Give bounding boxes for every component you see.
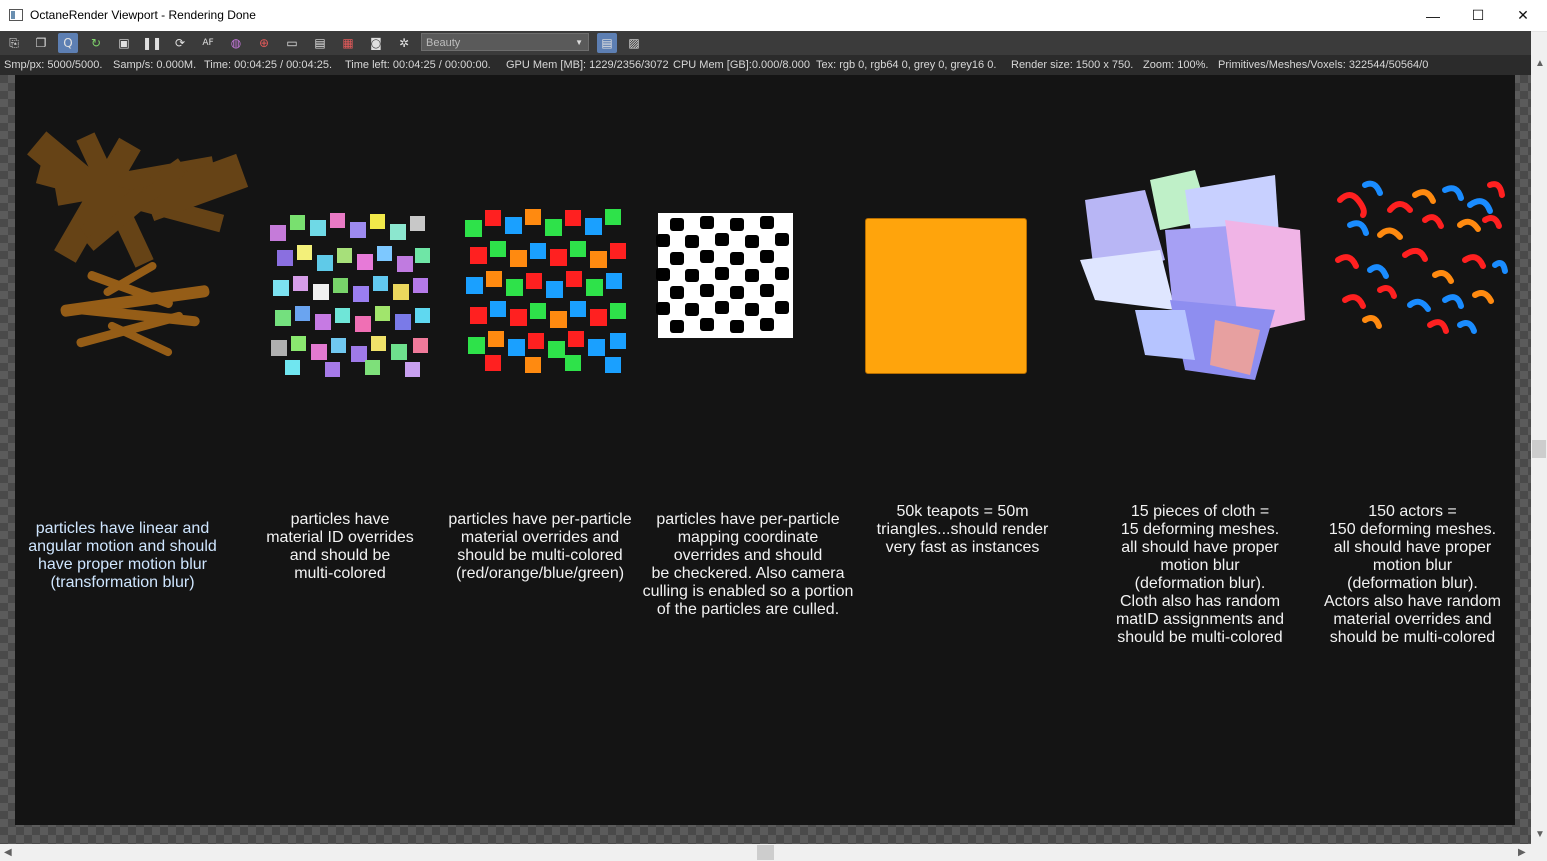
status-smp-px: Smp/px: 5000/5000. (4, 59, 103, 71)
restart-icon[interactable]: ⟳ (170, 33, 190, 53)
title-bar: OctaneRender Viewport - Rendering Done —… (0, 0, 1547, 32)
scroll-left-icon[interactable]: ◀ (4, 847, 12, 858)
export-icon[interactable]: ⎘ (4, 33, 24, 53)
maximize-button[interactable]: ☐ (1455, 0, 1501, 31)
status-gpu-mem: GPU Mem [MB]: 1229/2356/3072 (506, 59, 669, 71)
material-id-particles-object (270, 213, 430, 377)
render-pass-value: Beauty (426, 37, 461, 49)
caption-mapping-coordinates: particles have per-particle mapping coor… (642, 511, 854, 618)
material-override-particles-object (465, 209, 626, 373)
horizontal-scroll-thumb[interactable] (757, 845, 774, 860)
actors-object (1335, 180, 1508, 334)
caption-transformation-blur: particles have linear and angular motion… (28, 520, 217, 591)
table-view-icon[interactable]: ▤ (597, 33, 617, 53)
caption-actors: 150 actors = 150 deforming meshes. all s… (1324, 503, 1501, 646)
caption-cloth: 15 pieces of cloth = 15 deforming meshes… (1115, 503, 1285, 646)
scroll-down-icon[interactable]: ▼ (1535, 829, 1545, 840)
scroll-right-icon[interactable]: ▶ (1518, 847, 1526, 858)
blurred-particles-object (27, 131, 249, 357)
viewport[interactable]: particles have linear and angular motion… (0, 75, 1531, 844)
status-zoom: Zoom: 100%. (1143, 59, 1209, 71)
caption-material-overrides: particles have per-particle material ove… (448, 511, 632, 582)
close-button[interactable]: ✕ (1500, 0, 1546, 31)
caption-teapots: 50k teapots = 50m triangles...should ren… (876, 503, 1049, 556)
scroll-up-icon[interactable]: ▲ (1535, 58, 1545, 69)
refresh-icon[interactable]: ↻ (86, 33, 106, 53)
status-render-size: Render size: 1500 x 750. (1011, 59, 1134, 71)
camera-icon[interactable]: ◙ (366, 33, 386, 53)
life-ring-icon[interactable]: ⊕ (254, 33, 274, 53)
teapots-object (865, 218, 1027, 374)
status-samp-s: Samp/s: 0.000M. (113, 59, 197, 71)
pause-icon[interactable]: ❚❚ (142, 33, 162, 53)
horizontal-scrollbar[interactable]: ◀ ▶ (0, 844, 1531, 861)
vertical-scrollbar[interactable]: ▲ ▼ (1531, 55, 1547, 844)
render-image[interactable]: particles have linear and angular motion… (15, 75, 1515, 825)
lock-icon[interactable]: ▣ (114, 33, 134, 53)
status-primitives: Primitives/Meshes/Voxels: 322544/50564/0 (1218, 59, 1429, 71)
film-icon[interactable]: ▤ (310, 33, 330, 53)
status-bar: Smp/px: 5000/5000. Samp/s: 0.000M. Time:… (0, 55, 1531, 75)
region-icon[interactable]: ▦ (338, 33, 358, 53)
color-wheel-icon[interactable]: ◍ (226, 33, 246, 53)
toolbar: ⎘ ❐ Q ↻ ▣ ❚❚ ⟳ AF ◍ ⊕ ▭ ▤ ▦ ◙ ✲ Beauty ▼… (0, 31, 1531, 55)
vertical-scroll-thumb[interactable] (1532, 440, 1546, 458)
cloth-object (1080, 170, 1305, 380)
minimize-button[interactable]: — (1410, 0, 1456, 31)
quick-q-icon[interactable]: Q (58, 33, 78, 53)
copy-icon[interactable]: ❐ (31, 33, 51, 53)
monitor-icon[interactable]: ▭ (282, 33, 302, 53)
status-cpu-mem: CPU Mem [GB]:0.000/8.000 (673, 59, 810, 71)
chevron-down-icon: ▼ (575, 38, 583, 47)
window-title: OctaneRender Viewport - Rendering Done (30, 8, 256, 22)
checkered-particles-object (656, 213, 793, 338)
status-tex: Tex: rgb 0, rgb64 0, grey 0, grey16 0. (816, 59, 997, 71)
caption-material-id: particles have material ID overrides and… (266, 511, 414, 582)
render-pass-select[interactable]: Beauty ▼ (421, 33, 589, 51)
status-time-left: Time left: 00:04:25 / 00:00:00. (345, 59, 491, 71)
app-icon (9, 9, 23, 21)
settings-icon[interactable]: ✲ (394, 33, 414, 53)
image-icon[interactable]: ▨ (624, 33, 644, 53)
af-icon[interactable]: AF (198, 33, 218, 53)
status-time: Time: 00:04:25 / 00:04:25. (204, 59, 333, 71)
